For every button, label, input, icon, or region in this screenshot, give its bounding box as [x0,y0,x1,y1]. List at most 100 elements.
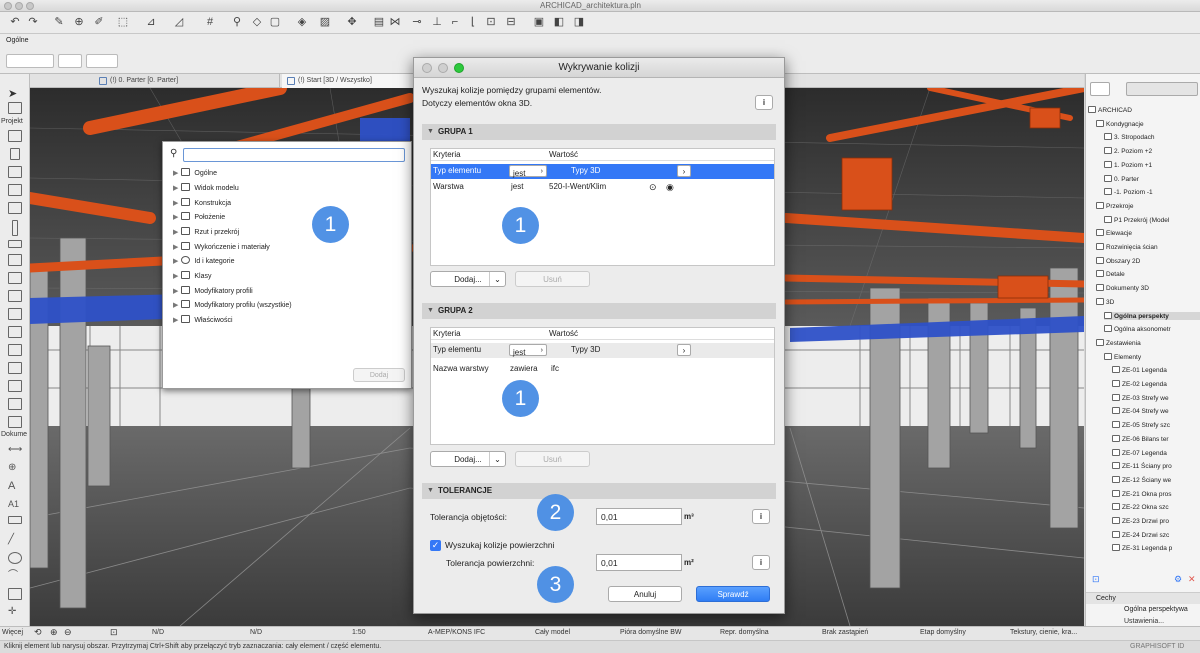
navigator-item[interactable]: Przekroje [1096,201,1200,210]
navigator-item[interactable]: Ogólna perspekty [1104,311,1200,320]
navigator-item[interactable]: Dokumenty 3D [1096,284,1200,292]
value-picker-button[interactable]: › [677,165,691,177]
expand-arrow-icon[interactable]: ▶ [173,244,178,251]
navigator-item[interactable]: 0. Parter [1104,174,1200,183]
layout-icon[interactable]: ▤ [372,15,386,29]
navigator-item[interactable]: ZE-03 Strefy we [1112,393,1200,402]
criteria-item-id-kategorie[interactable]: ▶ Id i kategorie [173,256,234,265]
navigator-item[interactable]: 3. Stropodach [1104,133,1200,141]
arrow-select-icon[interactable]: ➤ [8,88,22,100]
dialog-close-icon[interactable] [422,63,432,73]
navigator-item[interactable]: Obszary 2D [1096,256,1200,265]
close-window-icon[interactable] [4,2,12,10]
mesh-tool-icon[interactable] [8,416,22,428]
zoom-out-icon[interactable]: ⊖ [64,627,72,638]
redo-icon[interactable]: ↷ [26,15,40,29]
undo-view-icon[interactable]: ⟲ [34,627,42,638]
level-dimension-tool-icon[interactable]: ⊕ [8,462,22,474]
navigator-item[interactable]: Elementy [1104,352,1200,361]
navigator-map-tabs[interactable] [1126,82,1198,96]
column-tool-icon[interactable] [10,148,20,160]
zoom-in-icon[interactable]: ⊕ [50,627,58,638]
railing-tool-icon[interactable] [8,344,22,356]
nd-field-2[interactable]: N/D [250,629,262,636]
delete-icon[interactable]: ✕ [1188,574,1196,585]
new-view-icon[interactable]: ⊡ [1092,574,1100,585]
slab-tool-icon[interactable] [8,240,22,248]
fill-icon[interactable]: ▨ [318,15,332,29]
dialog-minimize-icon[interactable] [438,63,448,73]
window-tool-icon[interactable] [8,202,22,214]
criteria-item-rzut-i-przekroj[interactable]: ▶ Rzut i przekrój [173,227,239,236]
collapse-triangle-icon[interactable]: ▼ [427,124,434,140]
navigator-item[interactable]: ZE-24 Drzwi szc [1112,530,1200,539]
more-label[interactable]: Więcej [2,629,23,636]
door-tool-icon[interactable] [8,184,22,196]
navigator-item[interactable]: Detale [1096,270,1200,278]
criteria-item-konstrukcja[interactable]: ▶ Konstrukcja [173,198,231,207]
cancel-button[interactable]: Anuluj [608,586,682,602]
navigator-item[interactable]: ZE-02 Legenda [1112,380,1200,388]
navigator-item[interactable]: ZE-21 Okna pros [1112,489,1200,498]
navigator-item[interactable]: Kondygnacje [1096,119,1200,128]
line-tool-icon[interactable]: ╱ [8,534,22,546]
trace-icon[interactable]: ✥ [345,15,359,29]
navigator-item[interactable]: 2. Poziom +2 [1104,147,1200,155]
override-field[interactable]: Brak zastąpień [822,629,868,636]
fillet-icon[interactable]: ⌐ [448,15,462,29]
model-view-field[interactable]: Cały model [535,629,570,636]
group1-row-layer[interactable]: Warstwa jest 520-I-Went/Klim ⊙ ◉ [431,180,774,195]
intersect-icon[interactable]: ⊥ [430,15,444,29]
minimize-window-icon[interactable] [15,2,23,10]
offset-icon[interactable]: ⊡ [484,15,498,29]
chevron-down-icon[interactable]: ⌄ [489,272,505,286]
surface-collision-checkbox[interactable]: ✓ [430,540,441,551]
group1-add-button[interactable]: Dodaj... ⌄ [430,271,506,287]
collapse-triangle-icon[interactable]: ▼ [427,483,434,499]
layer-combination-field[interactable]: A-MEP/KONS IFC [428,629,485,636]
group1-header[interactable]: ▼ GRUPA 1 [422,124,776,140]
group2-add-button[interactable]: Dodaj... ⌄ [430,451,506,467]
arrow-tool-icon[interactable]: ⬚ [116,15,130,29]
criteria-item-modyfikatory-profili[interactable]: ▶ Modyfikatory profili [173,286,253,295]
expand-arrow-icon[interactable]: ▶ [173,214,178,221]
ustawienia-button[interactable]: Ustawienia... [1124,618,1164,625]
criteria-item-wykonczenie[interactable]: ▶ Wykończenie i materiały [173,242,270,251]
curtain-wall-tool-icon[interactable] [12,220,18,236]
operator-dropdown[interactable]: jest › [509,344,547,357]
undo-icon[interactable]: ↶ [8,15,22,29]
dialog-zoom-icon[interactable] [454,63,464,73]
navigator-item[interactable]: Ogólna aksonometr [1104,325,1200,333]
magic-wand-icon[interactable]: ⚲ [230,15,244,29]
navigator-item[interactable]: ARCHICAD [1088,106,1198,114]
navigator-item[interactable]: 3D [1096,297,1200,306]
navigator-item[interactable]: ZE-22 Okna szc [1112,503,1200,511]
adjust-icon[interactable]: ⌊ [466,15,480,29]
expand-arrow-icon[interactable]: ▶ [173,273,178,280]
lasso-icon[interactable]: ◇ [250,15,264,29]
navigator-item[interactable]: ZE-06 Bilans ter [1112,434,1200,443]
cechy-header[interactable]: Cechy [1086,592,1200,604]
navigator-item[interactable]: Rozwinięcia ścian [1096,243,1200,251]
inject-icon[interactable]: ⊕ [72,15,86,29]
expand-arrow-icon[interactable]: ▶ [173,200,178,207]
group2-header[interactable]: ▼ GRUPA 2 [422,303,776,319]
expand-arrow-icon[interactable]: ▶ [173,185,178,192]
graphisoft-id-label[interactable]: GRAPHISOFT ID [1130,643,1184,650]
wall-tool-icon[interactable] [8,130,22,142]
tab-floor-plan[interactable]: (!) 0. Parter [0. Parter] [94,74,280,88]
criteria-item-ogolne[interactable]: ▶ Ogólne [173,168,217,177]
selection-settings-field[interactable] [6,54,54,68]
group2-row-element-type[interactable]: Typ elementu jest › Typy 3D › [431,343,774,358]
arc-tool-icon[interactable] [8,552,22,564]
navigator-item[interactable]: ZE-07 Legenda [1112,448,1200,457]
criteria-item-klasy[interactable]: ▶ Klasy [173,271,212,280]
explode-icon[interactable]: ⊟ [504,15,518,29]
group1-remove-button[interactable]: Usuń [515,271,590,287]
dialog-info-button[interactable]: i [755,95,773,110]
operator-dropdown[interactable]: jest › [509,165,547,178]
morph-tool-icon[interactable] [8,308,22,320]
stair-tool-icon[interactable] [8,326,22,338]
navigator-item[interactable]: Zestawienia [1096,338,1200,347]
object-tool-icon[interactable] [8,362,22,374]
